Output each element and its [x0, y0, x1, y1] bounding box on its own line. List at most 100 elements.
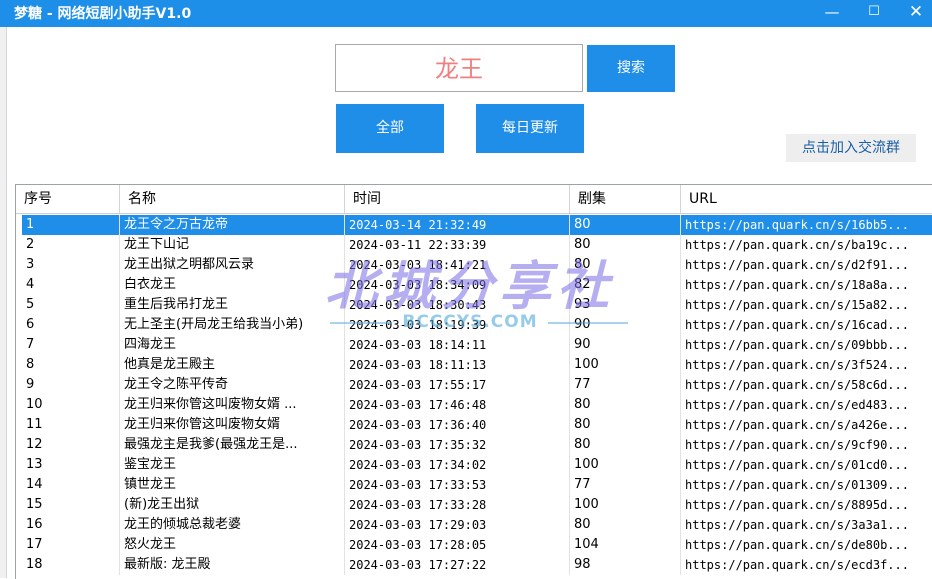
table-row[interactable]: 3 龙王出狱之明都风云录 2024-03-03 18:41:21 80 https://… — [22, 255, 932, 275]
header-name[interactable]: 名称 — [120, 185, 345, 213]
cell-episodes: 98 — [570, 555, 681, 575]
cell-url: https://pan.quark.cn/s/58c6d... — [681, 375, 932, 395]
table-row[interactable]: 16 龙王的倾城总裁老婆 2024-03-03 17:29:03 80 https://… — [22, 515, 932, 535]
cell-name: 龙王归来你管这叫废物女婿 — [120, 415, 345, 435]
cell-episodes: 80 — [570, 395, 681, 415]
cell-index: 17 — [22, 535, 120, 555]
cell-index: 4 — [22, 275, 120, 295]
cell-name: 重生后我吊打龙王 — [120, 295, 345, 315]
cell-name: 龙王令之万古龙帝 — [120, 215, 345, 235]
cell-name: 他真是龙王殿主 — [120, 355, 345, 375]
search-button[interactable]: 搜索 — [587, 45, 675, 92]
cell-url: https://pan.quark.cn/s/ba19c... — [681, 235, 932, 255]
table-row[interactable]: 4 白衣龙王 2024-03-03 18:34:09 82 https://pan.qu… — [22, 275, 932, 295]
cell-url: https://pan.quark.cn/s/09bbb... — [681, 335, 932, 355]
cell-episodes: 80 — [570, 215, 681, 235]
table-row[interactable]: 17 怒火龙王 2024-03-03 17:28:05 104 https://pan.… — [22, 535, 932, 555]
table-row[interactable]: 15 (新)龙王出狱 2024-03-03 17:33:28 100 https://p… — [22, 495, 932, 515]
cell-url: https://pan.quark.cn/s/16bb5... — [681, 215, 932, 235]
cell-index: 10 — [22, 395, 120, 415]
cell-time: 2024-03-03 17:33:53 — [345, 475, 570, 495]
cell-name: 怒火龙王 — [120, 535, 345, 555]
header-time[interactable]: 时间 — [345, 185, 570, 213]
cell-index: 8 — [22, 355, 120, 375]
cell-episodes: 100 — [570, 355, 681, 375]
cell-url: https://pan.quark.cn/s/9cf90... — [681, 435, 932, 455]
close-button[interactable]: ✕ — [896, 0, 932, 27]
cell-episodes: 100 — [570, 455, 681, 475]
cell-time: 2024-03-11 22:33:39 — [345, 235, 570, 255]
cell-index: 3 — [22, 255, 120, 275]
cell-time: 2024-03-03 17:36:40 — [345, 415, 570, 435]
cell-url: https://pan.quark.cn/s/15a82... — [681, 295, 932, 315]
cell-name: (新)龙王出狱 — [120, 495, 345, 515]
cell-time: 2024-03-03 17:27:22 — [345, 555, 570, 575]
cell-index: 9 — [22, 375, 120, 395]
cell-index: 12 — [22, 435, 120, 455]
table-row[interactable]: 7 四海龙王 2024-03-03 18:14:11 90 https://pan.qu… — [22, 335, 932, 355]
cell-index: 16 — [22, 515, 120, 535]
cell-url: https://pan.quark.cn/s/01cd0... — [681, 455, 932, 475]
cell-url: https://pan.quark.cn/s/01309... — [681, 475, 932, 495]
cell-episodes: 80 — [570, 235, 681, 255]
cell-url: https://pan.quark.cn/s/d2f91... — [681, 255, 932, 275]
table-row[interactable]: 2 龙王下山记 2024-03-11 22:33:39 80 https://pan.q… — [22, 235, 932, 255]
header-episodes[interactable]: 剧集 — [570, 185, 681, 213]
cell-episodes: 90 — [570, 315, 681, 335]
cell-url: https://pan.quark.cn/s/ecd3f... — [681, 555, 932, 575]
cell-episodes: 80 — [570, 515, 681, 535]
cell-episodes: 80 — [570, 415, 681, 435]
cell-episodes: 90 — [570, 335, 681, 355]
cell-time: 2024-03-03 17:55:17 — [345, 375, 570, 395]
cell-time: 2024-03-03 18:41:21 — [345, 255, 570, 275]
cell-time: 2024-03-03 18:11:13 — [345, 355, 570, 375]
cell-index: 14 — [22, 475, 120, 495]
cell-time: 2024-03-03 18:14:11 — [345, 335, 570, 355]
cell-index: 5 — [22, 295, 120, 315]
cell-name: 龙王令之陈平传奇 — [120, 375, 345, 395]
title-bar: 梦糖 - 网络短剧小助手V1.0 — ☐ ✕ — [0, 0, 932, 27]
minimize-button[interactable]: — — [812, 0, 852, 27]
table-row[interactable]: 8 他真是龙王殿主 2024-03-03 18:11:13 100 https://pa… — [22, 355, 932, 375]
header-index[interactable]: 序号 — [16, 185, 120, 213]
cell-time: 2024-03-03 17:46:48 — [345, 395, 570, 415]
cell-url: https://pan.quark.cn/s/a426e... — [681, 415, 932, 435]
cell-time: 2024-03-03 18:30:43 — [345, 295, 570, 315]
table-row[interactable]: 12 最强龙主是我爹(最强龙王是... 2024-03-03 17:35:32 80 h… — [22, 435, 932, 455]
maximize-button[interactable]: ☐ — [854, 0, 894, 27]
cell-name: 龙王归来你管这叫废物女婿 ... — [120, 395, 345, 415]
join-group-button[interactable]: 点击加入交流群 — [786, 134, 916, 162]
cell-index: 15 — [22, 495, 120, 515]
cell-name: 镇世龙王 — [120, 475, 345, 495]
cell-name: 白衣龙王 — [120, 275, 345, 295]
cell-episodes: 82 — [570, 275, 681, 295]
table-row[interactable]: 14 镇世龙王 2024-03-03 17:33:53 77 https://pan.q… — [22, 475, 932, 495]
cell-index: 2 — [22, 235, 120, 255]
search-input[interactable]: 龙王 — [335, 44, 583, 92]
cell-url: https://pan.quark.cn/s/18a8a... — [681, 275, 932, 295]
daily-update-button[interactable]: 每日更新 — [476, 104, 584, 153]
table-row[interactable]: 6 无上圣主(开局龙王给我当小弟) 2024-03-03 18:19:39 90 htt… — [22, 315, 932, 335]
table-row[interactable]: 13 鉴宝龙王 2024-03-03 17:34:02 100 https://pan.… — [22, 455, 932, 475]
results-table[interactable]: 序号 名称 时间 剧集 URL 1 龙王令之万古龙帝 2024-03-14 21:3… — [15, 184, 932, 579]
table-row[interactable]: 5 重生后我吊打龙王 2024-03-03 18:30:43 93 https://pa… — [22, 295, 932, 315]
cell-name: 龙王的倾城总裁老婆 — [120, 515, 345, 535]
cell-index: 11 — [22, 415, 120, 435]
cell-index: 1 — [22, 215, 120, 235]
table-row[interactable]: 1 龙王令之万古龙帝 2024-03-14 21:32:49 80 https://pa… — [22, 215, 932, 235]
cell-name: 最强龙主是我爹(最强龙王是... — [120, 435, 345, 455]
cell-episodes: 104 — [570, 535, 681, 555]
cell-episodes: 100 — [570, 495, 681, 515]
table-row[interactable]: 18 最新版: 龙王殿 2024-03-03 17:27:22 98 https://p… — [22, 555, 932, 575]
cell-time: 2024-03-03 17:28:05 — [345, 535, 570, 555]
cell-url: https://pan.quark.cn/s/3a3a1... — [681, 515, 932, 535]
cell-index: 18 — [22, 555, 120, 575]
cell-name: 无上圣主(开局龙王给我当小弟) — [120, 315, 345, 335]
table-row[interactable]: 10 龙王归来你管这叫废物女婿 ... 2024-03-03 17:46:48 80 h… — [22, 395, 932, 415]
table-row[interactable]: 11 龙王归来你管这叫废物女婿 2024-03-03 17:36:40 80 https… — [22, 415, 932, 435]
table-header: 序号 名称 时间 剧集 URL — [16, 185, 932, 214]
table-row[interactable]: 9 龙王令之陈平传奇 2024-03-03 17:55:17 77 https://pa… — [22, 375, 932, 395]
header-url[interactable]: URL — [681, 185, 932, 213]
cell-episodes: 77 — [570, 475, 681, 495]
all-button[interactable]: 全部 — [336, 104, 444, 153]
